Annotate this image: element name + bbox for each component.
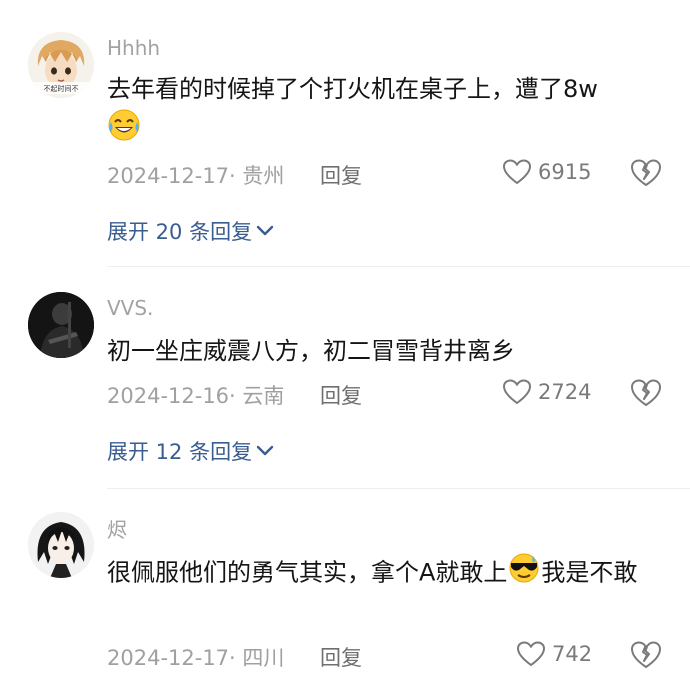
heart-outline-icon [502, 379, 532, 405]
dislike-button[interactable] [630, 158, 662, 190]
divider [107, 488, 690, 489]
sunglasses-sweat-face-icon [507, 552, 541, 595]
comment-location: · 云南 [229, 384, 285, 408]
anime-avatar-image [28, 512, 94, 578]
username[interactable]: 烬 [107, 514, 127, 543]
comment-body: 很佩服他们的勇气其实，拿个A就敢上 [107, 558, 508, 587]
comment-body-continued: 我是不敢 [541, 558, 638, 587]
comment-meta: 2024-12-17· 四川 [107, 642, 284, 672]
avatar[interactable] [28, 512, 94, 578]
like-button[interactable]: 742 [516, 640, 592, 668]
comment-date: 2024-12-17 [107, 164, 230, 188]
broken-heart-icon [631, 159, 661, 186]
chevron-down-icon [256, 445, 274, 456]
avatar[interactable] [28, 292, 94, 358]
username[interactable]: Hhhh [107, 36, 160, 60]
expand-replies-button[interactable]: 展开 12 条回复 [107, 436, 274, 466]
comment-text: 去年看的时候掉了个打火机在桌子上，遭了8w [107, 70, 667, 153]
comment-text: 很佩服他们的勇气其实，拿个A就敢上 我是不敢 [107, 552, 667, 595]
comment-body: 去年看的时候掉了个打火机在桌子上，遭了8w [107, 75, 598, 103]
like-button[interactable]: 6915 [502, 158, 591, 186]
comment-body: 初一坐庄威震八方，初二冒雪背井离乡 [107, 337, 515, 365]
comment-date: 2024-12-17 [107, 646, 230, 670]
reply-button[interactable]: 回复 [320, 160, 362, 190]
like-count: 742 [552, 642, 593, 666]
dark-photo-avatar-image [28, 292, 94, 358]
comment-meta: 2024-12-17· 贵州 [107, 160, 284, 190]
comment-location: · 四川 [229, 646, 285, 670]
divider [107, 266, 690, 267]
like-count: 2724 [538, 380, 592, 404]
comment-location: · 贵州 [229, 164, 285, 188]
username[interactable]: VVS. [107, 296, 153, 320]
dislike-button[interactable] [630, 378, 662, 410]
like-button[interactable]: 2724 [502, 378, 591, 406]
chevron-down-icon [256, 225, 274, 236]
broken-heart-icon [631, 379, 661, 406]
expand-replies-label: 展开 12 条回复 [107, 440, 253, 464]
heart-outline-icon [502, 159, 532, 185]
heart-outline-icon [516, 641, 546, 667]
laughing-crying-face-icon [107, 108, 141, 153]
comment-meta: 2024-12-16· 云南 [107, 380, 284, 410]
comment-date: 2024-12-16 [107, 384, 230, 408]
expand-replies-label: 展开 20 条回复 [107, 220, 253, 244]
avatar-caption: 不起时间不 [44, 84, 79, 93]
reply-button[interactable]: 回复 [320, 642, 362, 672]
like-count: 6915 [538, 160, 592, 184]
broken-heart-icon [631, 641, 661, 668]
comment-text: 初一坐庄威震八方，初二冒雪背井离乡 [107, 332, 667, 370]
dislike-button[interactable] [630, 640, 662, 672]
reply-button[interactable]: 回复 [320, 380, 362, 410]
avatar[interactable]: 不起时间不 [28, 32, 94, 98]
expand-replies-button[interactable]: 展开 20 条回复 [107, 216, 274, 246]
anime-avatar-image: 不起时间不 [28, 32, 94, 98]
